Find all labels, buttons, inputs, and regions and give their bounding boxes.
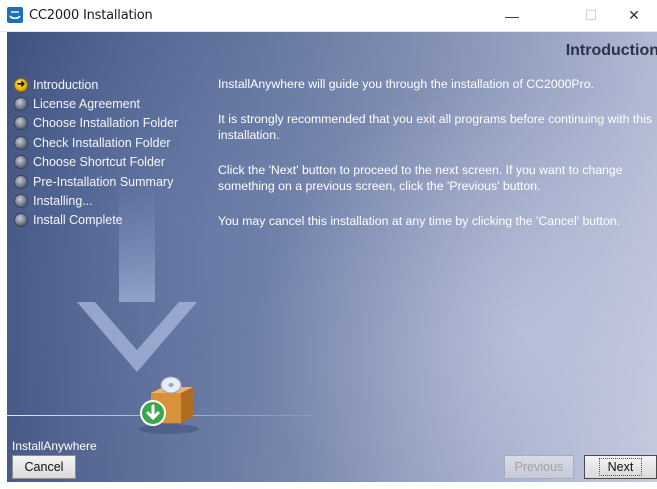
step-label: Choose Installation Folder <box>33 116 179 131</box>
step-label: Introduction <box>33 77 99 92</box>
minimize-button[interactable]: — <box>489 0 535 31</box>
install-box-icon <box>139 376 199 434</box>
installanywhere-brand: InstallAnywhere <box>12 439 97 453</box>
step-label: Installing... <box>33 194 93 209</box>
step-label: Check Installation Folder <box>33 135 171 150</box>
pending-step-icon <box>14 135 28 150</box>
maximize-button[interactable]: ☐ <box>568 0 614 31</box>
step-label: Choose Shortcut Folder <box>33 155 166 170</box>
next-button[interactable]: Next <box>584 455 657 479</box>
intro-paragraph: Click the 'Next' button to proceed to th… <box>218 162 623 193</box>
cc2000-app-icon <box>7 7 23 23</box>
step-label: Pre-Installation Summary <box>33 174 174 189</box>
close-icon: ✕ <box>628 7 640 23</box>
minimize-icon: — <box>505 7 519 24</box>
pending-step-icon <box>14 155 28 170</box>
pending-step-icon <box>14 194 28 209</box>
step-install-complete: Install Complete <box>14 211 178 230</box>
step-label: License Agreement <box>33 97 141 112</box>
pending-step-icon <box>14 174 28 189</box>
step-choose-shortcut-folder: Choose Shortcut Folder <box>14 153 178 172</box>
intro-paragraph: It is strongly recommended that you exit… <box>218 111 653 142</box>
next-button-label: Next <box>598 458 643 476</box>
window-title: CC2000 Installation <box>29 8 153 23</box>
close-button[interactable]: ✕ <box>611 0 657 31</box>
step-installing: Installing... <box>14 191 178 210</box>
maximize-icon: ☐ <box>584 7 598 23</box>
pending-step-icon <box>14 213 28 228</box>
step-introduction: ➜ Introduction <box>14 75 178 94</box>
window-title-bar: CC2000 Installation — ☐ ✕ <box>0 0 657 32</box>
step-pre-installation-summary: Pre-Installation Summary <box>14 172 178 191</box>
page-title: Introduction <box>565 42 657 59</box>
step-check-installation-folder: Check Installation Folder <box>14 133 178 152</box>
cancel-button[interactable]: Cancel <box>12 455 76 479</box>
current-step-arrow-icon: ➜ <box>14 77 28 92</box>
step-choose-installation-folder: Choose Installation Folder <box>14 114 178 133</box>
step-label: Install Complete <box>33 213 123 228</box>
step-license-agreement: License Agreement <box>14 94 178 113</box>
intro-paragraph: InstallAnywhere will guide you through t… <box>218 77 594 91</box>
installation-steps: ➜ Introduction License Agreement Choose … <box>14 75 178 230</box>
previous-button[interactable]: Previous <box>504 455 574 479</box>
pending-step-icon <box>14 116 28 131</box>
installer-panel: Introduction ➜ Introduction License Agre… <box>7 32 657 482</box>
pending-step-icon <box>14 97 28 112</box>
introduction-text: InstallAnywhere will guide you through t… <box>218 76 657 248</box>
intro-paragraph: You may cancel this installation at any … <box>218 213 621 228</box>
